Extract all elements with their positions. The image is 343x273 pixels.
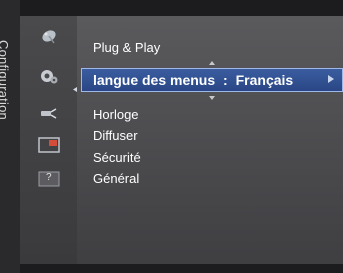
chevron-right-icon[interactable] (328, 75, 334, 83)
satellite-dish-icon[interactable] (38, 28, 60, 46)
menu-item-language[interactable]: langue des menus : Français (81, 68, 343, 92)
menu-item-broadcast[interactable]: Diffuser (93, 128, 138, 143)
category-tab-label: Configuration (0, 40, 11, 120)
menu-item-security[interactable]: Sécurité (93, 150, 141, 165)
language-row-text: langue des menus : Français (93, 72, 293, 88)
help-icon-text: ? (46, 172, 52, 183)
tv-osd-menu: Configuration ? Plug & Play langue des m… (0, 0, 343, 273)
category-tab[interactable]: Configuration (0, 0, 20, 273)
language-value: Français (235, 72, 294, 88)
input-plug-icon[interactable] (38, 104, 60, 122)
picture-in-picture-icon[interactable] (38, 136, 60, 154)
menu-item-clock[interactable]: Horloge (93, 107, 139, 122)
menu-item-plug-play[interactable]: Plug & Play (93, 40, 160, 55)
category-icon-column: ? (20, 16, 78, 264)
language-label: langue des menus (93, 72, 216, 88)
gear-settings-icon[interactable] (38, 67, 60, 85)
language-separator: : (223, 72, 228, 88)
settings-panel: Plug & Play langue des menus : Français … (77, 16, 343, 264)
menu-item-general[interactable]: Général (93, 171, 139, 186)
scroll-up-icon[interactable] (209, 61, 215, 65)
help-icon[interactable]: ? (38, 170, 60, 188)
scroll-down-icon[interactable] (209, 96, 215, 100)
